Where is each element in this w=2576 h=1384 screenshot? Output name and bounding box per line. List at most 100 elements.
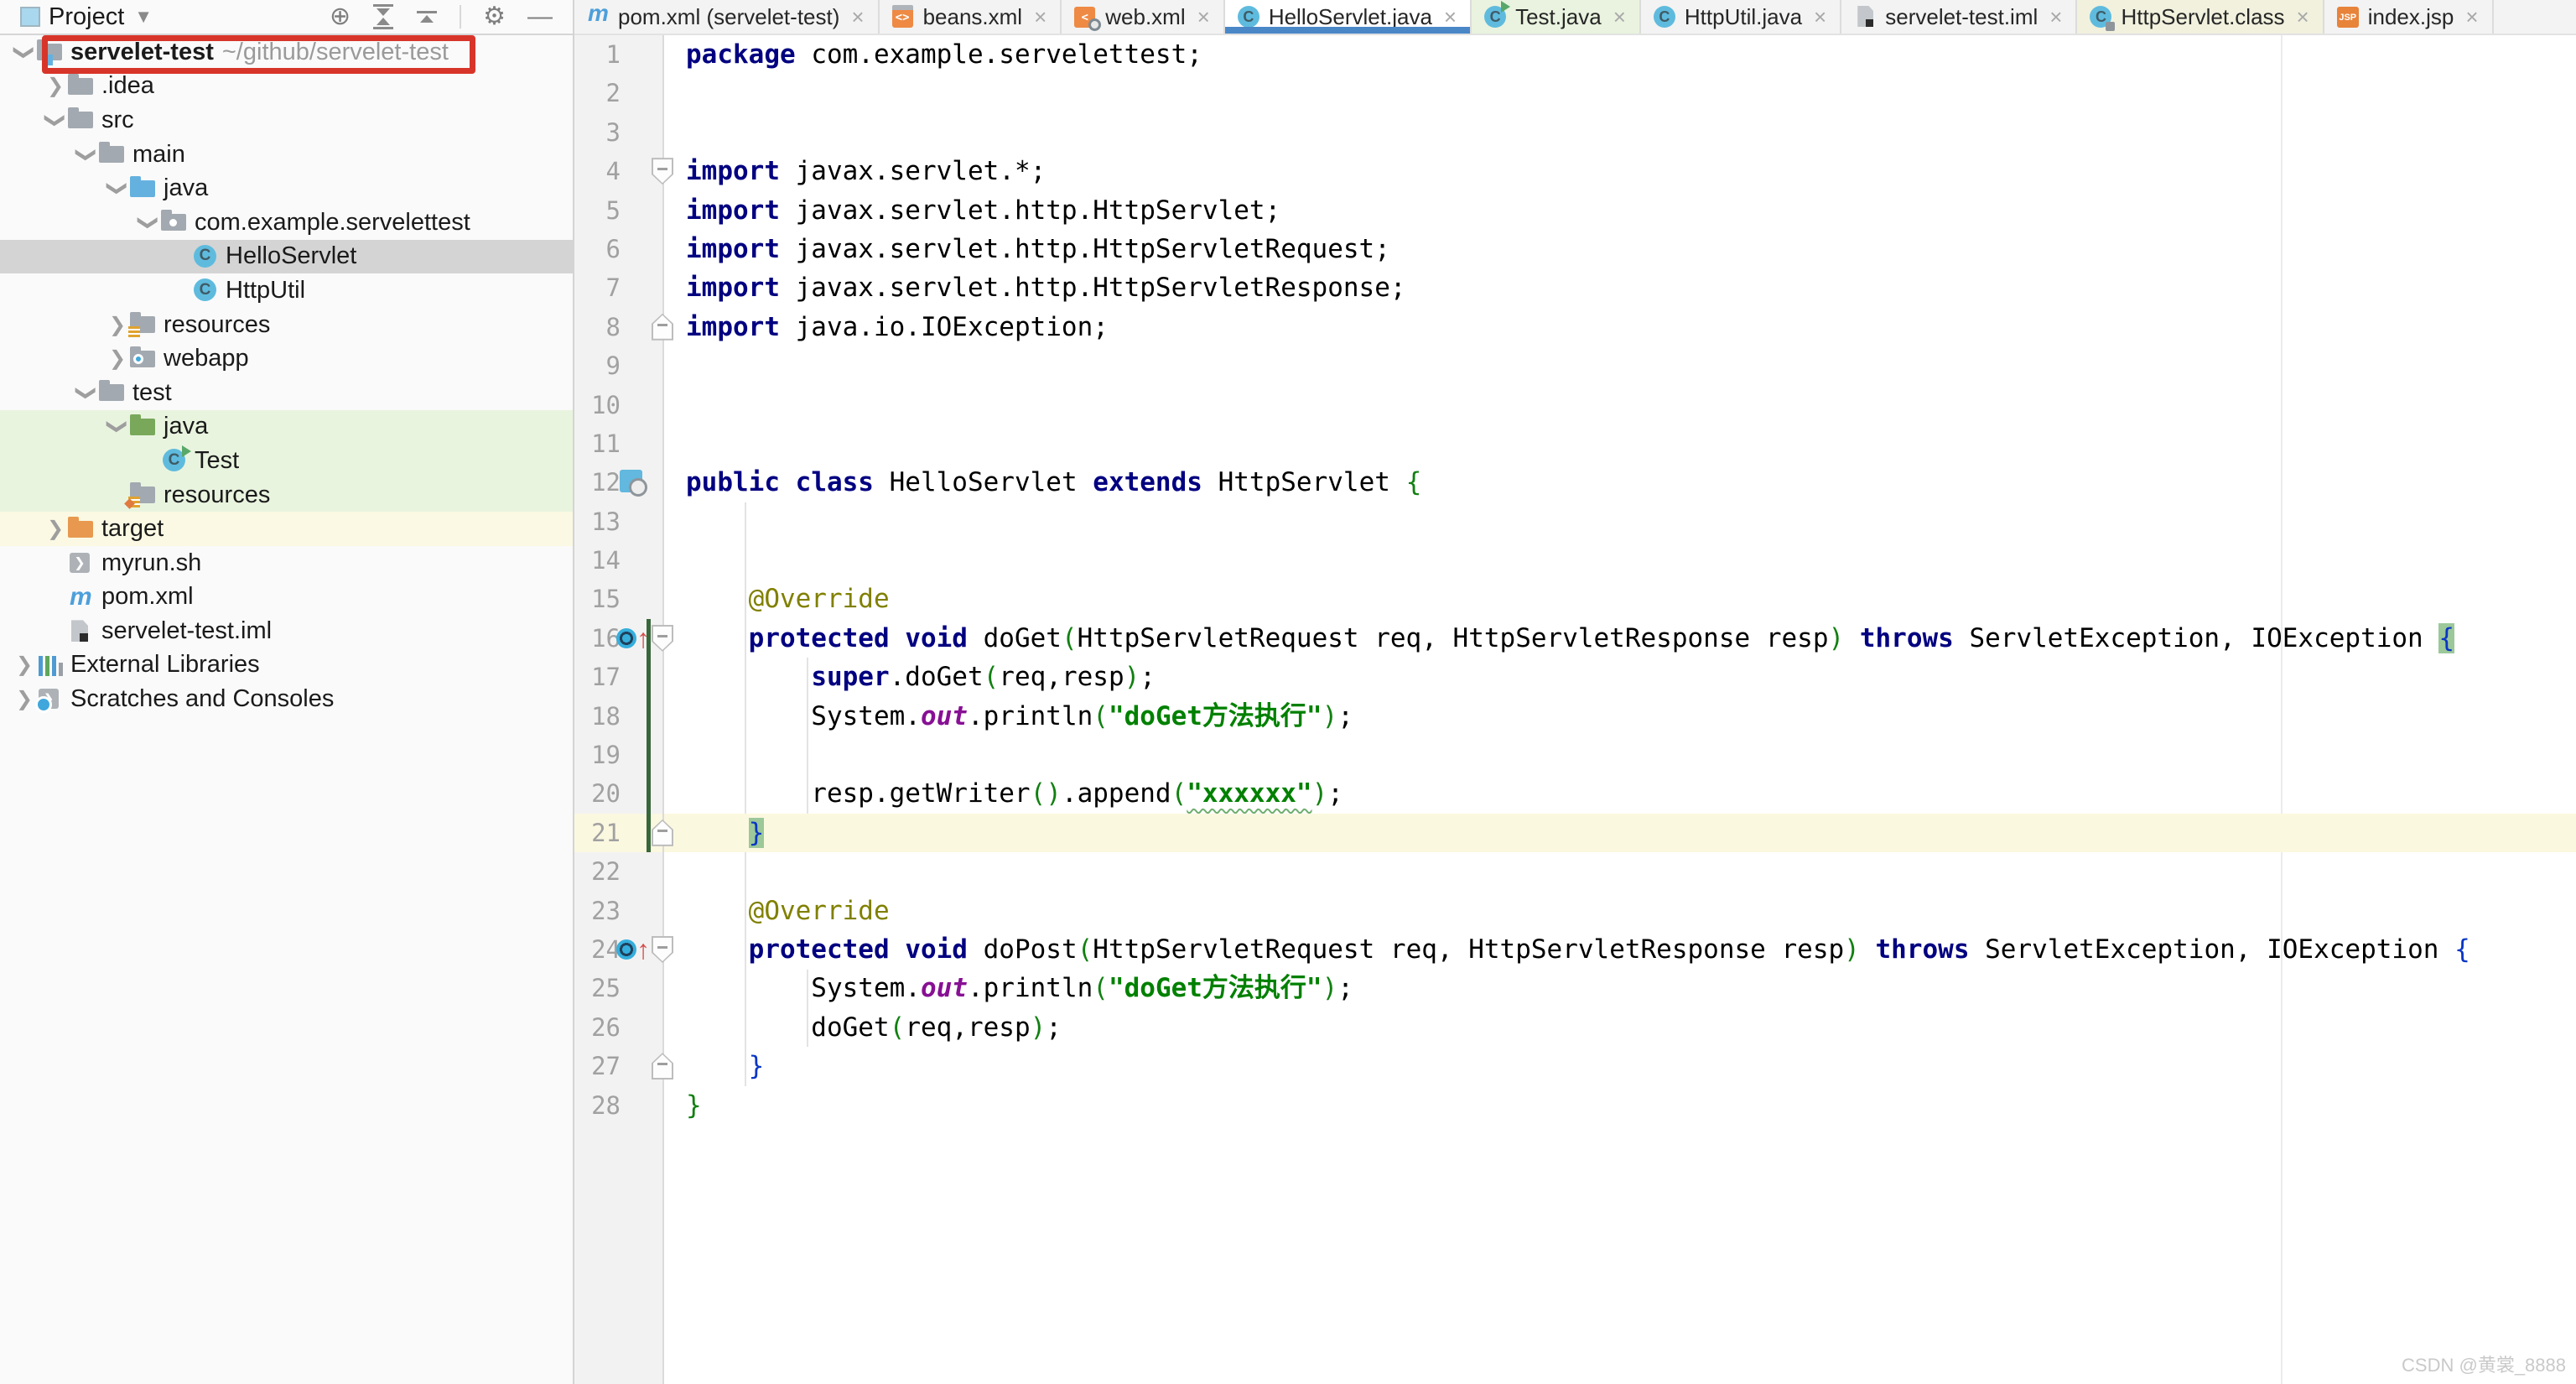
code-line-7[interactable]: import javax.servlet.http.HttpServletRes…	[664, 268, 2576, 307]
overriding-method-icon[interactable]	[616, 939, 636, 960]
line-number[interactable]: 25	[591, 969, 621, 1007]
override-up-arrow-icon[interactable]: ↑	[636, 934, 650, 965]
tree-item-com-example-servelettest[interactable]: ❯ com.example.servelettest	[0, 206, 573, 240]
line-number[interactable]: 14	[591, 541, 621, 580]
tree-item-java[interactable]: ❯ java	[0, 409, 573, 445]
collapse-all-icon[interactable]	[416, 11, 438, 23]
tree-item-external-libraries[interactable]: ❯ External Libraries	[0, 648, 573, 683]
line-number[interactable]: 19	[591, 736, 621, 774]
code-line-28[interactable]: }	[664, 1086, 2576, 1125]
code-line-18[interactable]: System.out.println("doGet方法执行");	[664, 697, 2576, 736]
code-line-23[interactable]: @Override	[664, 892, 2576, 930]
chevron-expanded-icon[interactable]: ❯	[13, 39, 37, 65]
line-number[interactable]: 28	[591, 1086, 621, 1125]
tree-item-java[interactable]: ❯ java	[0, 171, 573, 206]
chevron-expanded-icon[interactable]: ❯	[75, 142, 99, 167]
tree-item-main[interactable]: ❯ main	[0, 138, 573, 172]
code-line-21[interactable]: }	[664, 813, 2576, 853]
editor-gutter[interactable]: 1 2 3 4 5 6 7 8 9 10 11 12 13 14 15 16 ↑ 17 18 19 20 21 22 23 24…	[574, 35, 673, 1384]
tree-item-helloservlet[interactable]: C HelloServlet	[0, 239, 573, 274]
tree-item-scratches-and-consoles[interactable]: ❯ ❯ Scratches and Consoles	[0, 682, 573, 716]
servlet-class-gutter-icon[interactable]	[620, 470, 647, 497]
tab-close-icon[interactable]: ×	[1613, 4, 1626, 30]
code-line-24[interactable]: protected void doPost(HttpServletRequest…	[664, 930, 2576, 969]
tree-item-resources[interactable]: ❯ resources	[0, 308, 573, 342]
tree-item-target[interactable]: ❯ target	[0, 512, 573, 546]
code-line-17[interactable]: super.doGet(req,resp);	[664, 658, 2576, 696]
code-line-4[interactable]: import javax.servlet.*;	[664, 152, 2576, 190]
tab-web-xml[interactable]: < web.xml ×	[1062, 0, 1225, 34]
code-line-5[interactable]: import javax.servlet.http.HttpServlet;	[664, 191, 2576, 230]
line-number[interactable]: 21	[591, 814, 621, 852]
override-up-arrow-icon[interactable]: ↑	[636, 622, 650, 654]
chevron-collapsed-icon[interactable]: ❯	[43, 517, 68, 541]
chevron-expanded-icon[interactable]: ❯	[137, 210, 161, 235]
line-number[interactable]: 6	[606, 230, 621, 268]
tree-item-test[interactable]: ❯ test	[0, 376, 573, 410]
code-line-19[interactable]	[664, 736, 2576, 774]
chevron-collapsed-icon[interactable]: ❯	[12, 653, 37, 677]
line-number[interactable]: 10	[591, 386, 621, 424]
tab-close-icon[interactable]: ×	[1814, 4, 1826, 30]
line-number[interactable]: 22	[591, 852, 621, 891]
chevron-collapsed-icon[interactable]: ❯	[12, 687, 37, 711]
tree-item-test[interactable]: C Test	[0, 444, 573, 478]
line-number[interactable]: 4	[606, 152, 621, 190]
tree-item-pom-xml[interactable]: m pom.xml	[0, 580, 573, 615]
chevron-expanded-icon[interactable]: ❯	[106, 176, 130, 201]
code-line-25[interactable]: System.out.println("doGet方法执行");	[664, 969, 2576, 1007]
line-number[interactable]: 12	[591, 463, 621, 502]
line-number[interactable]: 11	[591, 424, 621, 463]
code-line-15[interactable]: @Override	[664, 580, 2576, 618]
code-line-9[interactable]	[664, 346, 2576, 385]
chevron-expanded-icon[interactable]: ❯	[106, 414, 130, 440]
fold-marker-icon[interactable]	[652, 819, 673, 846]
tree-item-servelet-test-iml[interactable]: servelet-test.iml	[0, 614, 573, 648]
chevron-expanded-icon[interactable]: ❯	[75, 380, 99, 405]
chevron-collapsed-icon[interactable]: ❯	[43, 74, 68, 98]
line-number[interactable]: 17	[591, 658, 621, 696]
tab-close-icon[interactable]: ×	[1197, 4, 1210, 30]
tab-close-icon[interactable]: ×	[2465, 4, 2478, 30]
tab-beans-xml[interactable]: <> beans.xml ×	[879, 0, 1062, 34]
tab-close-icon[interactable]: ×	[851, 4, 864, 30]
tree-item-servelet-test[interactable]: ❯ servelet-test ~/github/servelet-test	[0, 35, 573, 70]
code-line-1[interactable]: package com.example.servelettest;	[664, 35, 2576, 74]
tab-servelet-test-iml[interactable]: servelet-test.iml ×	[1841, 0, 2078, 34]
tab-index-jsp[interactable]: JSP index.jsp ×	[2324, 0, 2494, 34]
code-line-3[interactable]	[664, 113, 2576, 152]
chevron-down-icon[interactable]: ▼	[134, 6, 153, 28]
code-line-22[interactable]	[664, 852, 2576, 891]
tab-pom-xml-servelet-test-[interactable]: m pom.xml (servelet-test) ×	[574, 0, 880, 34]
tab-httputil-java[interactable]: C HttpUtil.java ×	[1640, 0, 1842, 34]
tab-httpservlet-class[interactable]: C HttpServlet.class ×	[2077, 0, 2324, 34]
fold-marker-icon[interactable]	[652, 624, 673, 652]
tree-item-myrun-sh[interactable]: ❯ myrun.sh	[0, 546, 573, 580]
tab-close-icon[interactable]: ×	[1444, 4, 1457, 30]
line-number[interactable]: 18	[591, 697, 621, 736]
locate-icon[interactable]: ⊕	[330, 4, 351, 29]
code-line-13[interactable]	[664, 502, 2576, 541]
fold-marker-icon[interactable]	[652, 935, 673, 963]
line-number[interactable]: 8	[606, 308, 621, 346]
line-number[interactable]: 23	[591, 892, 621, 930]
tab-test-java[interactable]: C Test.java ×	[1472, 0, 1641, 34]
chevron-collapsed-icon[interactable]: ❯	[105, 346, 130, 371]
line-number[interactable]: 20	[591, 774, 621, 813]
line-number[interactable]: 26	[591, 1008, 621, 1047]
code-line-11[interactable]	[664, 424, 2576, 463]
code-line-10[interactable]	[664, 386, 2576, 424]
line-number[interactable]: 15	[591, 580, 621, 618]
tree-item--idea[interactable]: ❯ .idea	[0, 70, 573, 104]
tree-item-httputil[interactable]: C HttpUtil	[0, 273, 573, 308]
tab-helloservlet-java[interactable]: C HelloServlet.java ×	[1224, 0, 1472, 34]
fold-marker-icon[interactable]	[652, 1053, 673, 1080]
overriding-method-icon[interactable]	[616, 627, 636, 648]
fold-marker-icon[interactable]	[652, 158, 673, 185]
code-line-12[interactable]: public class HelloServlet extends HttpSe…	[664, 463, 2576, 502]
code-line-8[interactable]: import java.io.IOException;	[664, 308, 2576, 346]
line-number[interactable]: 5	[606, 191, 621, 230]
code-line-6[interactable]: import javax.servlet.http.HttpServletReq…	[664, 230, 2576, 268]
tab-close-icon[interactable]: ×	[1034, 4, 1046, 30]
chevron-collapsed-icon[interactable]: ❯	[105, 313, 130, 337]
